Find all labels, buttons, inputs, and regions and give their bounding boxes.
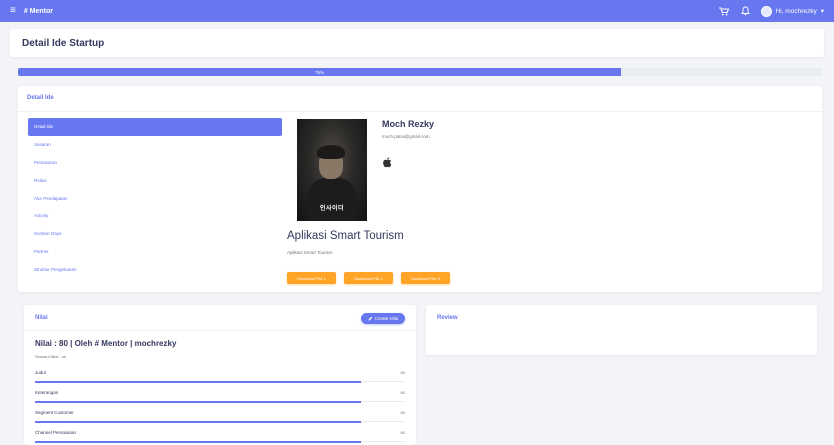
nilai-card: Nilai Create Nilai Nilai : 80 | Oleh # M… bbox=[24, 305, 416, 445]
score-value: 80 bbox=[400, 430, 405, 435]
section-title-nilai: Nilai bbox=[35, 315, 48, 321]
navbar-right: Hi, mochrezky ▾ bbox=[719, 5, 824, 17]
score-label: Channel Pemasaran bbox=[35, 430, 77, 435]
nav-item-sumber-daya[interactable]: Sumber Daya bbox=[28, 225, 282, 243]
divider bbox=[18, 111, 822, 112]
section-title-detail: Detail Ide bbox=[27, 95, 54, 101]
idea-title: Aplikasi Smart Tourism bbox=[287, 230, 404, 242]
score-value: 80 bbox=[400, 410, 405, 415]
nav-item-alur-pendapatan[interactable]: Alur Pendapatan bbox=[28, 189, 282, 207]
profile-email: moch.patra@gmail.com bbox=[382, 134, 430, 139]
score-bar bbox=[35, 420, 361, 423]
idea-poster-image: 인사이더 bbox=[297, 119, 367, 221]
chevron-down-icon: ▾ bbox=[820, 8, 824, 15]
score-label: Judul bbox=[35, 370, 46, 375]
score-row: Channel Pemasaran 80 bbox=[35, 427, 405, 445]
page-title: Detail Ide Startup bbox=[22, 37, 105, 49]
progress-fill: 75% bbox=[18, 68, 621, 76]
nav-item-relasi[interactable]: Relasi bbox=[28, 171, 282, 189]
download-file-2-button[interactable]: Download File 2 bbox=[344, 272, 393, 284]
score-row: Judul 80 bbox=[35, 367, 405, 387]
create-nilai-label: Create Nilai bbox=[374, 316, 399, 321]
score-row: Keterangan 80 bbox=[35, 387, 405, 407]
top-navbar: ≡ # Mentor Hi, mochrezky ▾ bbox=[0, 0, 834, 22]
apple-icon bbox=[383, 157, 392, 168]
poster-figure-hair bbox=[317, 145, 345, 159]
review-card: Review bbox=[426, 305, 817, 355]
poster-figure-body bbox=[307, 177, 357, 221]
avatar bbox=[760, 5, 772, 17]
divider bbox=[24, 330, 416, 331]
create-nilai-button[interactable]: Create Nilai bbox=[361, 313, 405, 324]
score-row: Segment Customer 80 bbox=[35, 407, 405, 427]
nilai-heading: Nilai : 80 | Oleh # Mentor | mochrezky bbox=[35, 339, 177, 348]
score-bar bbox=[35, 440, 361, 443]
bell-icon[interactable] bbox=[740, 6, 751, 17]
nav-item-partner[interactable]: Partner bbox=[28, 243, 282, 261]
download-file-3-button[interactable]: Download File 3 bbox=[401, 272, 450, 284]
user-greeting: Hi, mochrezky bbox=[775, 7, 817, 15]
page-header: Detail Ide Startup bbox=[10, 29, 824, 57]
nav-item-detail-ide[interactable]: Detail Ide bbox=[28, 118, 282, 136]
score-bar bbox=[35, 380, 361, 383]
nav-item-pemasaran[interactable]: Pemasaran bbox=[28, 154, 282, 172]
progress-bar: 75% bbox=[18, 68, 822, 76]
download-file-1-button[interactable]: Download File 1 bbox=[287, 272, 336, 284]
score-label: Segment Customer bbox=[35, 410, 74, 415]
score-value: 80 bbox=[400, 370, 405, 375]
score-value: 80 bbox=[400, 390, 405, 395]
score-bar bbox=[35, 400, 361, 403]
profile-name: Moch Rezky bbox=[382, 119, 435, 129]
nilai-subtext: Sesuaui Nilai : ok bbox=[35, 354, 66, 359]
idea-subtitle: Aplikasi Smart Tourism bbox=[287, 250, 333, 255]
cart-icon[interactable] bbox=[719, 6, 730, 17]
nav-item-struktur-pengeluaran[interactable]: Struktur Pengeluaran bbox=[28, 260, 282, 278]
score-label: Keterangan bbox=[35, 390, 59, 395]
hamburger-icon[interactable]: ≡ bbox=[10, 6, 16, 16]
pencil-icon bbox=[368, 316, 372, 321]
nav-item-sasaran[interactable]: Sasaran bbox=[28, 136, 282, 154]
user-dropdown[interactable]: Hi, mochrezky ▾ bbox=[760, 5, 824, 17]
nav-item-activity[interactable]: Activity bbox=[28, 207, 282, 225]
poster-title: 인사이더 bbox=[319, 206, 345, 212]
section-title-review: Review bbox=[437, 315, 458, 321]
brand-link[interactable]: # Mentor bbox=[24, 8, 53, 15]
detail-side-nav: Detail Ide Sasaran Pemasaran Relasi Alur… bbox=[28, 118, 282, 278]
detail-card: Detail Ide Detail Ide Sasaran Pemasaran … bbox=[18, 86, 822, 292]
